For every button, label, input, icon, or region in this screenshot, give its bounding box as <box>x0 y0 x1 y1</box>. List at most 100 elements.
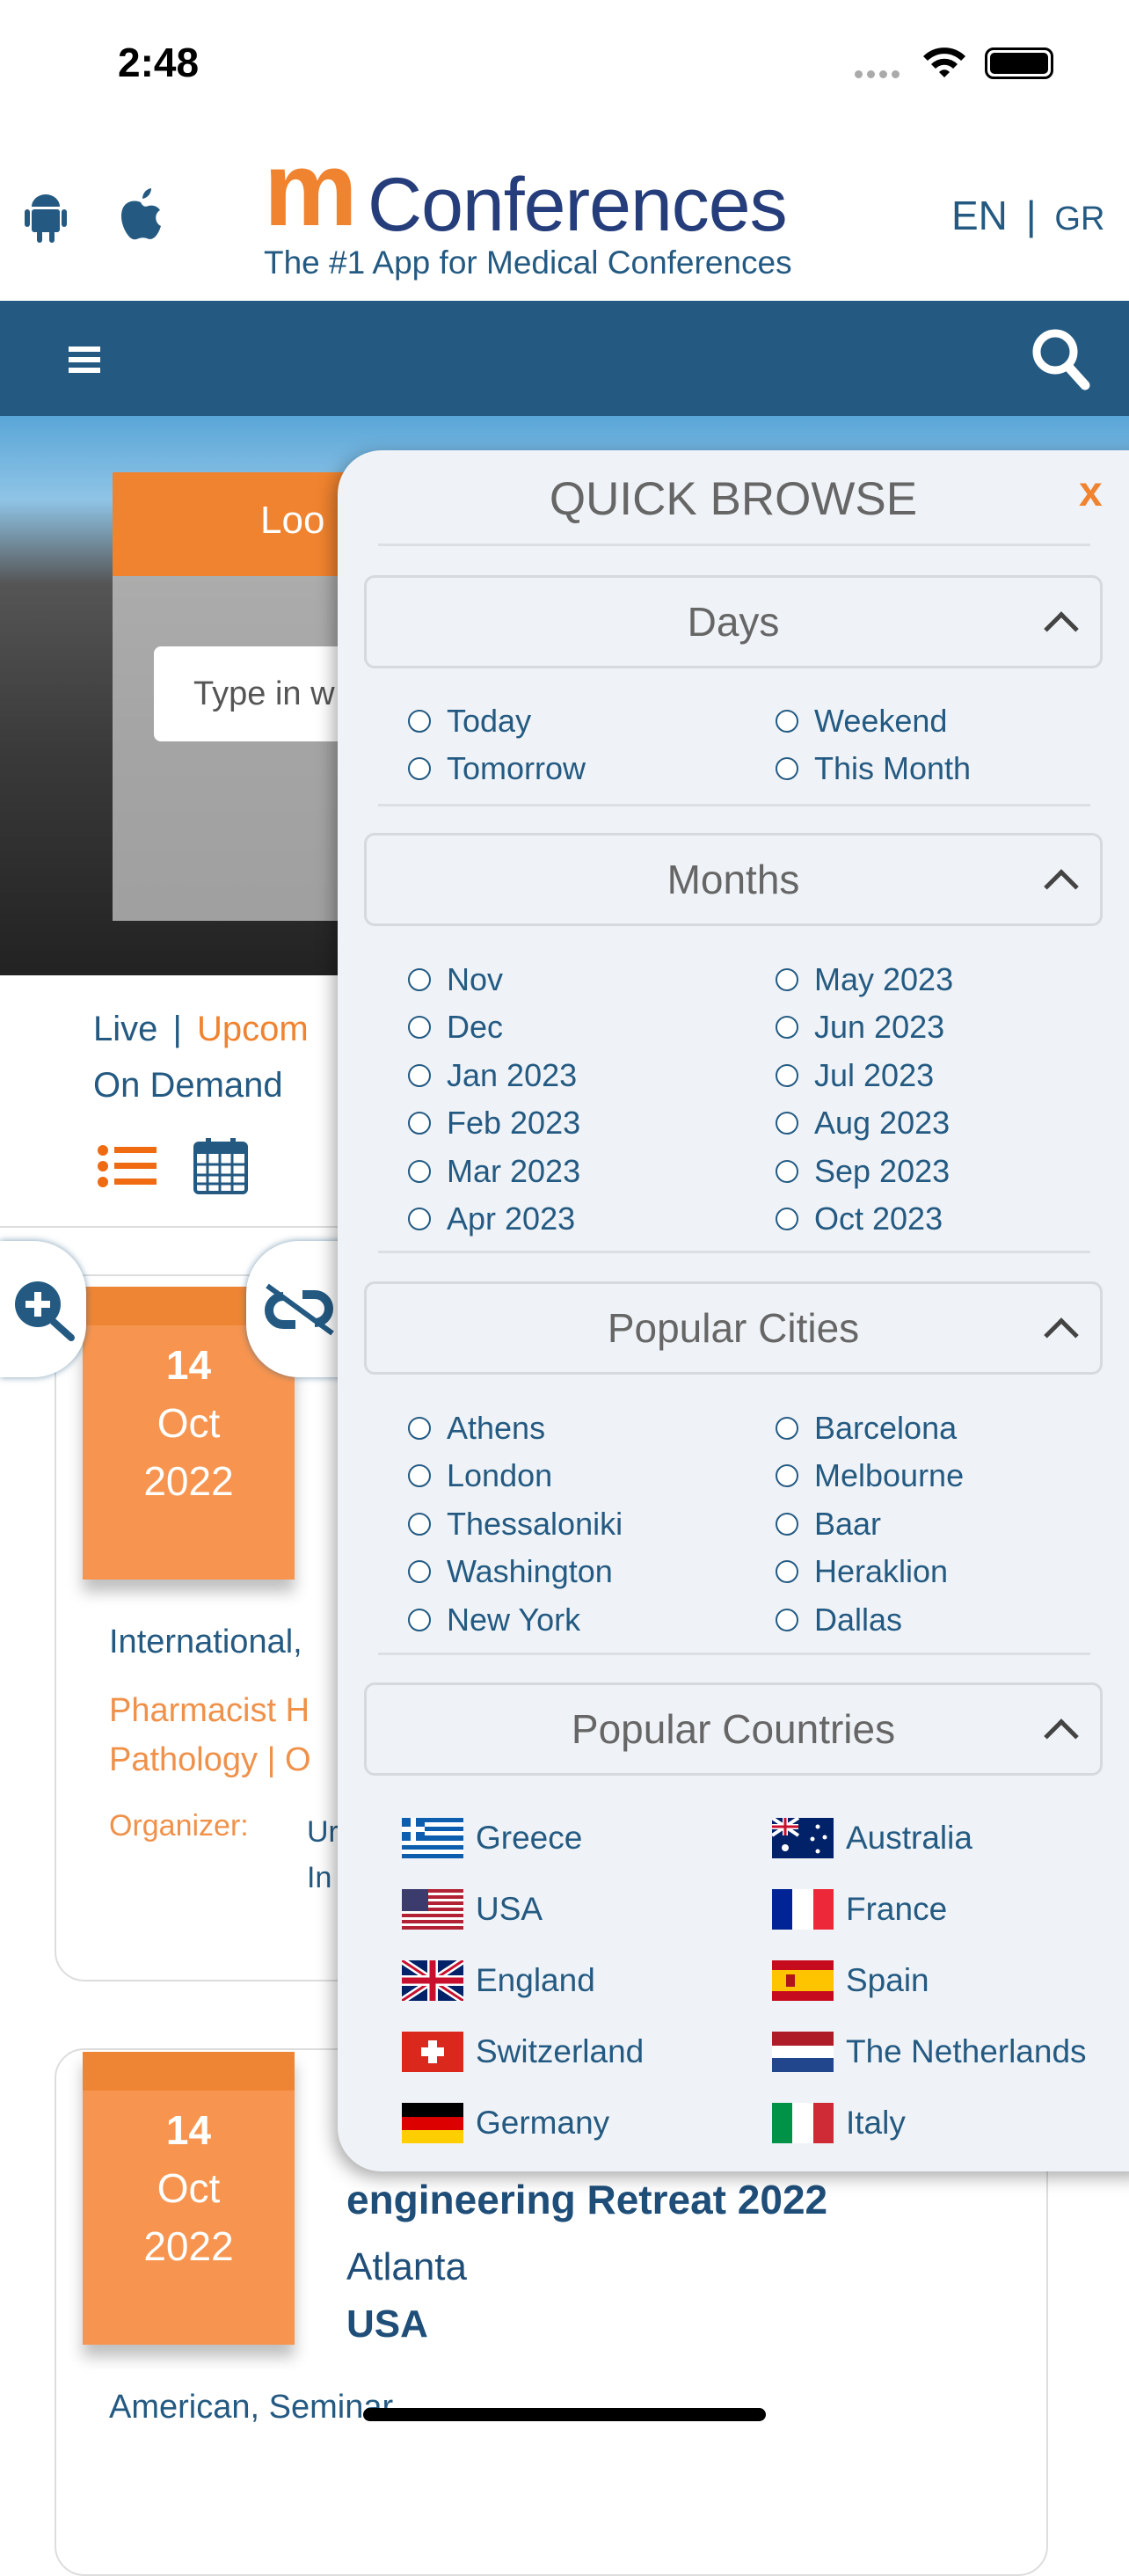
section-months-toggle[interactable]: Months <box>364 833 1103 926</box>
radio-option[interactable]: Dallas <box>776 1602 902 1638</box>
radio-option[interactable]: Feb 2023 <box>408 1105 580 1142</box>
flag-usa-icon <box>402 1889 463 1930</box>
section-countries-toggle[interactable]: Popular Countries <box>364 1682 1103 1776</box>
radio-option[interactable]: Melbourne <box>776 1457 964 1494</box>
section-label: Popular Cities <box>607 1305 860 1351</box>
option-label: Dallas <box>814 1601 903 1638</box>
radio-button[interactable] <box>776 1016 798 1040</box>
option-label: London <box>447 1457 553 1494</box>
country-label: Greece <box>476 1820 583 1856</box>
radio-button[interactable] <box>408 1417 431 1440</box>
radio-button[interactable] <box>408 1608 431 1631</box>
radio-option[interactable]: Nov <box>408 961 503 998</box>
country-option[interactable]: USA <box>402 1889 543 1930</box>
hamburger-menu-icon[interactable] <box>69 347 100 373</box>
radio-option[interactable]: New York <box>408 1602 580 1638</box>
radio-option[interactable]: May 2023 <box>776 961 953 998</box>
tab-upcoming[interactable]: Upcom <box>197 1010 309 1048</box>
radio-button[interactable] <box>776 1112 798 1135</box>
radio-button[interactable] <box>776 757 798 780</box>
radio-option[interactable]: Tomorrow <box>408 750 586 787</box>
radio-option[interactable]: Jun 2023 <box>776 1009 944 1046</box>
radio-button[interactable] <box>408 968 431 991</box>
radio-option[interactable]: Thessaloniki <box>408 1506 623 1543</box>
radio-option[interactable]: Athens <box>408 1410 545 1447</box>
search-heading: Loo <box>113 472 376 576</box>
radio-button[interactable] <box>776 968 798 991</box>
close-button[interactable]: x <box>1079 468 1103 516</box>
radio-option[interactable]: Aug 2023 <box>776 1105 950 1142</box>
radio-button[interactable] <box>776 1608 798 1631</box>
radio-button[interactable] <box>408 1512 431 1536</box>
radio-button[interactable] <box>408 1208 431 1230</box>
radio-button[interactable] <box>408 1464 431 1488</box>
radio-option[interactable]: Oct 2023 <box>776 1200 943 1237</box>
radio-button[interactable] <box>776 1417 798 1440</box>
radio-option[interactable]: This Month <box>776 750 971 787</box>
unlink-button[interactable] <box>246 1241 352 1377</box>
lang-en[interactable]: EN <box>951 193 1008 238</box>
radio-option[interactable]: Sep 2023 <box>776 1153 950 1190</box>
flag-switzerland-icon <box>402 2032 463 2072</box>
option-label: New York <box>447 1601 581 1638</box>
android-icon[interactable] <box>25 193 67 244</box>
flag-australia-icon <box>772 1818 834 1858</box>
conference-title[interactable]: engineering Retreat 2022 <box>346 2176 827 2223</box>
radio-button[interactable] <box>776 1208 798 1230</box>
radio-button[interactable] <box>408 710 431 733</box>
radio-button[interactable] <box>408 1159 431 1183</box>
radio-option[interactable]: Barcelona <box>776 1410 957 1447</box>
radio-button[interactable] <box>776 1159 798 1183</box>
option-label: Tomorrow <box>447 750 586 786</box>
radio-option[interactable]: Apr 2023 <box>408 1200 575 1237</box>
country-option[interactable]: Spain <box>772 1960 929 2001</box>
radio-option[interactable]: Baar <box>776 1506 881 1543</box>
option-label: Heraklion <box>814 1553 949 1590</box>
radio-option[interactable]: Today <box>408 703 531 740</box>
radio-button[interactable] <box>776 1464 798 1488</box>
list-view-icon[interactable] <box>97 1143 157 1189</box>
flag-germany-icon <box>402 2103 463 2143</box>
radio-button[interactable] <box>408 1112 431 1135</box>
radio-button[interactable] <box>408 1016 431 1040</box>
tab-on-demand[interactable]: On Demand <box>93 1066 283 1106</box>
country-option[interactable]: Germany <box>402 2103 609 2143</box>
radio-button[interactable] <box>776 1560 798 1584</box>
search-icon[interactable] <box>1031 327 1090 390</box>
quick-browse-panel: QUICK BROWSE x Days Today Weekend Tomorrow… <box>338 450 1129 2171</box>
radio-button[interactable] <box>776 710 798 733</box>
zoom-in-button[interactable] <box>0 1241 86 1377</box>
section-days-toggle[interactable]: Days <box>364 575 1103 668</box>
country-option[interactable]: France <box>772 1889 947 1930</box>
calendar-view-icon[interactable] <box>193 1136 248 1194</box>
country-label: England <box>476 1962 595 1998</box>
radio-button[interactable] <box>776 1063 798 1087</box>
radio-option[interactable]: Washington <box>408 1553 613 1590</box>
radio-button[interactable] <box>776 1512 798 1536</box>
country-option[interactable]: The Netherlands <box>772 2032 1087 2072</box>
radio-option[interactable]: Weekend <box>776 703 947 740</box>
option-label: Mar 2023 <box>447 1152 581 1189</box>
radio-option[interactable]: London <box>408 1457 552 1494</box>
radio-option[interactable]: Dec <box>408 1009 503 1046</box>
logo[interactable]: m Conferences The #1 App for Medical Con… <box>264 136 870 281</box>
radio-button[interactable] <box>408 1063 431 1087</box>
radio-option[interactable]: Jul 2023 <box>776 1057 934 1094</box>
country-option[interactable]: Italy <box>772 2103 906 2143</box>
radio-button[interactable] <box>408 757 431 780</box>
radio-option[interactable]: Jan 2023 <box>408 1057 577 1094</box>
country-option[interactable]: Australia <box>772 1818 972 1858</box>
chevron-up-icon <box>1044 1719 1079 1754</box>
radio-button[interactable] <box>408 1560 431 1584</box>
section-label: Popular Countries <box>571 1706 896 1752</box>
lang-gr[interactable]: GR <box>1054 201 1104 237</box>
section-cities-toggle[interactable]: Popular Cities <box>364 1281 1103 1375</box>
radio-option[interactable]: Mar 2023 <box>408 1153 580 1190</box>
country-option[interactable]: England <box>402 1960 595 2001</box>
divider <box>378 1251 1090 1253</box>
country-option[interactable]: Switzerland <box>402 2032 644 2072</box>
tab-live[interactable]: Live <box>93 1010 157 1048</box>
country-option[interactable]: Greece <box>402 1818 582 1858</box>
radio-option[interactable]: Heraklion <box>776 1553 948 1590</box>
apple-icon[interactable] <box>118 186 164 241</box>
